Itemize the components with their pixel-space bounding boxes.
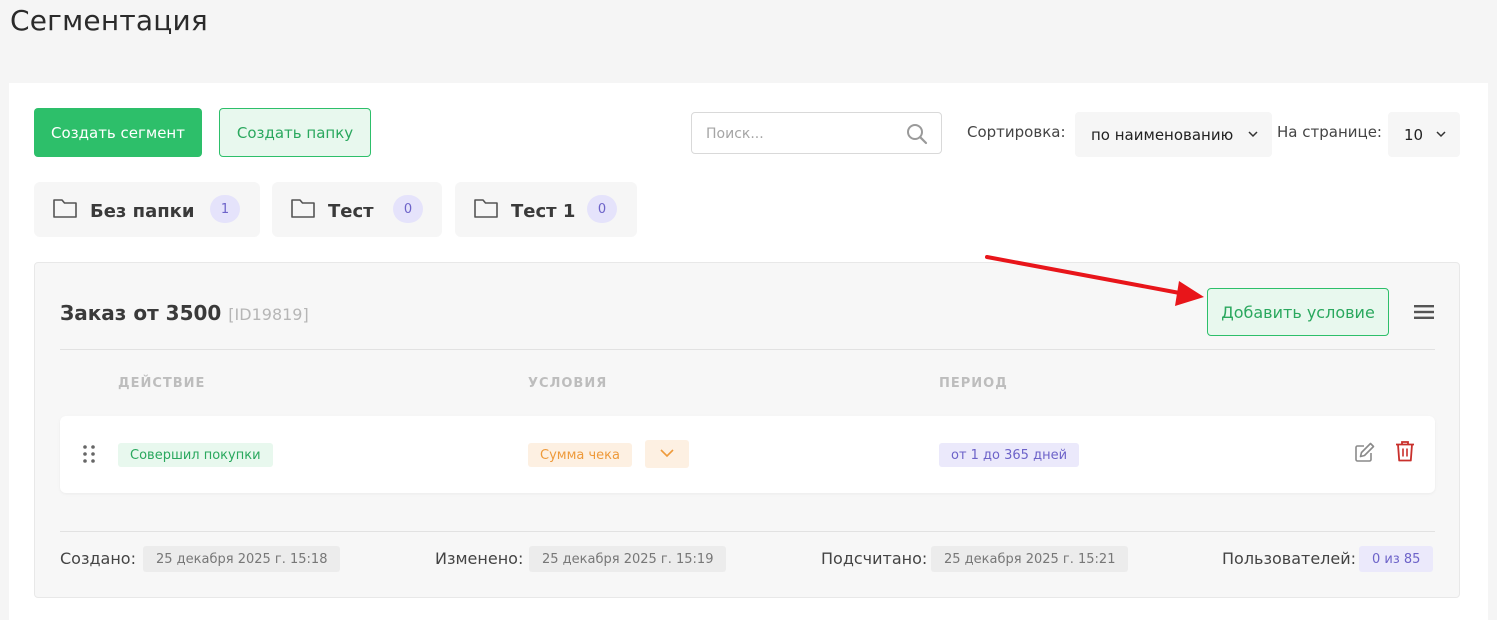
condition-row: Совершил покупки Сумма чека от 1 до 365 …	[60, 416, 1435, 493]
condition-expand-button[interactable]	[645, 440, 689, 468]
per-page-value: 10	[1404, 125, 1424, 144]
column-header-period: ПЕРИОД	[939, 376, 1008, 391]
per-page-select[interactable]: 10	[1388, 112, 1460, 157]
counted-value: 25 декабря 2025 г. 15:21	[931, 546, 1129, 572]
users-count-badge: 0 из 85	[1359, 546, 1434, 572]
divider	[60, 531, 1435, 532]
per-page-label: На странице:	[1277, 123, 1382, 141]
column-header-conditions: УСЛОВИЯ	[528, 376, 608, 391]
period-tag: от 1 до 365 дней	[939, 443, 1080, 467]
page-title: Сегментация	[10, 4, 208, 37]
created-label: Создано:	[60, 549, 136, 568]
segment-name: Заказ от 3500	[60, 301, 222, 325]
search-icon[interactable]	[905, 122, 929, 146]
folder-tab-test[interactable]: Тест 0	[272, 182, 442, 237]
modified-label: Изменено:	[435, 549, 524, 568]
folder-count-badge: 0	[393, 195, 423, 223]
folder-count-badge: 0	[587, 195, 617, 223]
search-input[interactable]	[706, 123, 896, 145]
counted-label: Подсчитано:	[821, 549, 928, 568]
add-condition-button[interactable]: Добавить условие	[1207, 288, 1389, 336]
folder-name: Тест 1	[511, 201, 576, 222]
create-segment-button[interactable]: Создать сегмент	[34, 108, 202, 157]
chevron-down-icon	[1248, 131, 1258, 138]
sort-label: Сортировка:	[967, 123, 1066, 141]
segment-card: Заказ от 3500 [ID19819] Добавить условие…	[34, 262, 1460, 598]
action-tag: Совершил покупки	[118, 443, 273, 467]
folder-icon	[291, 199, 315, 218]
create-folder-button[interactable]: Создать папку	[219, 108, 371, 157]
folder-icon	[53, 199, 77, 218]
users-label: Пользователей:	[1222, 549, 1357, 568]
drag-handle-icon[interactable]	[82, 444, 96, 464]
condition-tag: Сумма чека	[528, 443, 632, 467]
column-header-action: ДЕЙСТВИЕ	[118, 376, 206, 391]
folder-count-badge: 1	[210, 195, 240, 223]
chevron-down-icon	[1436, 131, 1446, 138]
folder-tab-test-1[interactable]: Тест 1 0	[455, 182, 637, 237]
folder-name: Тест	[328, 201, 374, 222]
chevron-down-icon	[660, 449, 674, 458]
search-box	[691, 112, 942, 154]
segments-card: Создать сегмент Создать папку Сортировка…	[9, 83, 1488, 620]
sort-select-value: по наименованию	[1091, 125, 1234, 144]
menu-icon[interactable]	[1414, 303, 1434, 321]
arrow-annotation	[985, 255, 1204, 306]
trash-icon[interactable]	[1395, 440, 1415, 462]
folder-tab-no-folder[interactable]: Без папки 1	[34, 182, 260, 237]
folder-icon	[474, 199, 498, 218]
segment-title: Заказ от 3500 [ID19819]	[60, 301, 309, 325]
segment-id: [ID19819]	[228, 305, 309, 324]
sort-select[interactable]: по наименованию	[1075, 112, 1272, 157]
created-value: 25 декабря 2025 г. 15:18	[143, 546, 341, 572]
edit-icon[interactable]	[1354, 441, 1376, 463]
modified-value: 25 декабря 2025 г. 15:19	[529, 546, 727, 572]
folder-name: Без папки	[90, 201, 195, 222]
divider	[60, 349, 1435, 350]
